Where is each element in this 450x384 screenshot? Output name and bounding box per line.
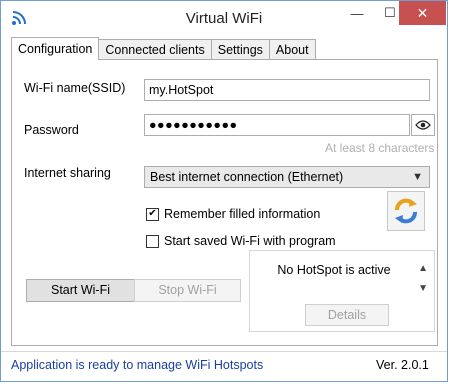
checkbox-checked-icon: ✔ [146,207,159,221]
tab-settings[interactable]: Settings [210,39,270,60]
refresh-button[interactable] [387,191,425,231]
remember-label: Remember filled information [164,207,321,221]
statusbar-divider [1,351,447,352]
eye-icon [415,120,431,130]
version-label: Ver. 2.0.1 [376,358,429,372]
minimize-button[interactable]: — [340,1,374,25]
refresh-icon [395,198,417,224]
autostart-checkbox[interactable]: Start saved Wi-Fi with program [146,234,336,248]
hotspot-status-text: No HotSpot is active [277,263,391,277]
password-hint: At least 8 characters [325,141,435,155]
hotspot-status-panel: No HotSpot is active ▲ ▼ Details [249,250,435,332]
stop-wifi-button[interactable]: Stop Wi-Fi [134,279,241,302]
remember-checkbox[interactable]: ✔ Remember filled information [146,207,320,221]
show-password-button[interactable] [411,114,435,136]
chevron-down-icon: ▼ [412,171,423,183]
password-input[interactable]: ●●●●●●●●●●● [144,114,410,136]
ssid-input[interactable]: my.HotSpot [144,79,430,101]
details-button[interactable]: Details [305,304,389,326]
tab-connected-clients[interactable]: Connected clients [98,39,212,60]
start-wifi-button[interactable]: Start Wi-Fi [26,279,135,302]
sharing-select[interactable]: Best internet connection (Ethernet) ▼ [144,166,430,188]
scroll-down-icon[interactable]: ▼ [418,283,428,294]
autostart-label: Start saved Wi-Fi with program [164,234,336,248]
app-window: Virtual WiFi — ☐ ✕ Configuration Connect… [0,0,448,382]
checkbox-empty-icon [146,234,159,248]
password-label: Password [24,123,79,137]
sharing-label: Internet sharing [24,166,111,180]
ssid-label: Wi-Fi name(SSID) [24,81,126,95]
title-bar: Virtual WiFi — ☐ ✕ [1,1,447,35]
sharing-select-value: Best internet connection (Ethernet) [150,170,344,184]
tab-configuration[interactable]: Configuration [11,37,100,60]
close-button[interactable]: ✕ [399,1,446,25]
scroll-up-icon[interactable]: ▲ [418,263,428,274]
tab-about[interactable]: About [268,39,316,60]
configuration-panel: Wi-Fi name(SSID) my.HotSpot Password ●●●… [11,59,438,346]
tab-strip: Configuration Connected clients Settings… [11,37,316,60]
status-message: Application is ready to manage WiFi Hots… [11,358,264,372]
